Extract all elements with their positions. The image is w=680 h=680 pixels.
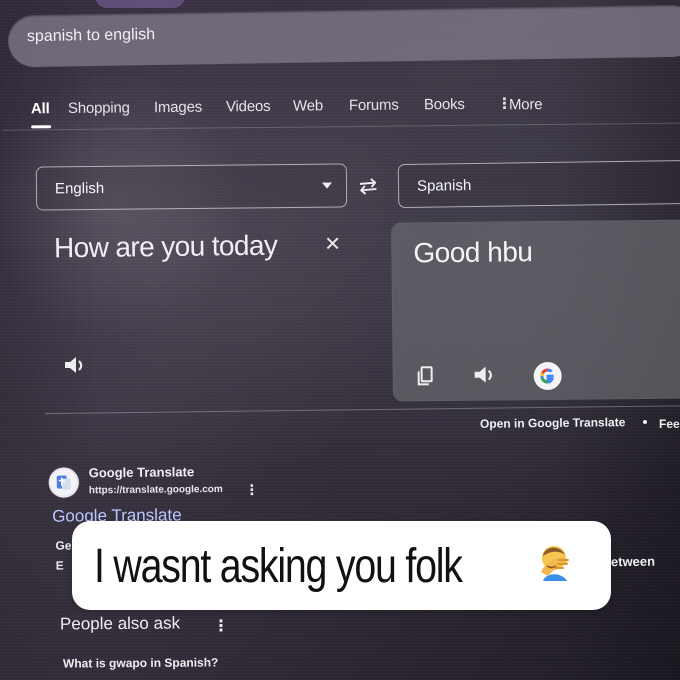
more-vertical-icon[interactable]: ⋮ — [213, 616, 229, 636]
target-language-label: Spanish — [416, 177, 472, 195]
photo-of-google-search-screen: All Shopping Images Videos Web Forums Bo… — [0, 0, 680, 680]
tab-all[interactable]: All — [31, 100, 50, 117]
people-also-ask-question[interactable]: What is gwapo in Spanish? — [63, 655, 218, 670]
close-icon[interactable]: × — [325, 230, 347, 256]
tab-forums[interactable]: Forums — [349, 97, 399, 115]
open-google-translate-link[interactable]: Open in Google Translate — [480, 415, 626, 431]
tab-books[interactable]: Books — [424, 96, 465, 113]
translation-output-panel: Good hbu — [391, 219, 680, 402]
tab-web[interactable]: Web — [293, 97, 323, 114]
site-name: Google Translate — [88, 464, 195, 481]
target-language-select[interactable]: Spanish — [397, 159, 680, 209]
speaker-icon[interactable] — [473, 365, 497, 385]
search-input[interactable] — [26, 23, 308, 47]
separator-dot — [643, 420, 647, 424]
source-language-label: English — [54, 179, 105, 198]
google-icon[interactable] — [533, 361, 563, 391]
chevron-down-icon — [321, 182, 333, 189]
site-url[interactable]: https://translate.google.com — [89, 484, 223, 496]
feedback-link[interactable]: Fee — [659, 417, 680, 431]
swap-icon[interactable]: ⇄ — [358, 173, 385, 200]
copy-icon[interactable] — [417, 365, 435, 386]
speaker-icon[interactable] — [63, 355, 87, 375]
source-text-input[interactable]: How are you today — [54, 230, 278, 265]
translated-text: Good hbu — [413, 236, 533, 269]
translate-icon — [48, 467, 79, 498]
more-vertical-icon: ⋮ — [496, 95, 512, 113]
active-tab-underline — [31, 125, 52, 129]
browser-top-edge — [95, 0, 185, 8]
people-also-ask-title: People also ask — [59, 613, 181, 634]
tab-videos[interactable]: Videos — [226, 98, 271, 115]
search-tabs: All Shopping Images Videos Web Forums Bo… — [3, 89, 680, 131]
search-bar[interactable] — [7, 4, 680, 68]
more-vertical-icon[interactable]: ⋮ — [245, 482, 259, 499]
source-language-select[interactable]: English — [35, 163, 348, 211]
tab-images[interactable]: Images — [154, 99, 202, 117]
tabs-divider — [3, 122, 680, 131]
caption-text: I wasnt asking you folk — [94, 540, 463, 593]
tab-more[interactable]: ⋮More — [497, 95, 543, 113]
tab-more-label: More — [508, 96, 543, 114]
meme-caption: I wasnt asking you folk — [72, 521, 611, 610]
tab-shopping[interactable]: Shopping — [68, 99, 130, 117]
facepalm-emoji — [529, 539, 579, 589]
translation-divider — [45, 404, 680, 415]
